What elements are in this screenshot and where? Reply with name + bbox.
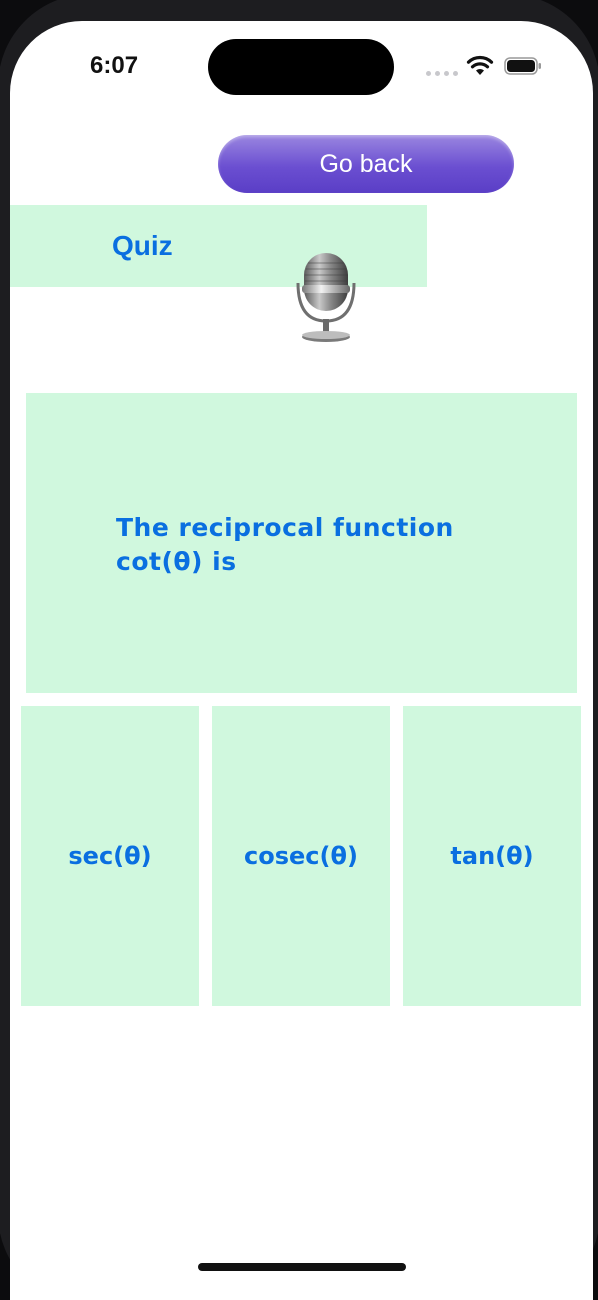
microphone-icon[interactable]: [292, 249, 362, 345]
wifi-icon: [466, 55, 494, 75]
signal-dots-icon: [426, 69, 458, 77]
question-text: The reciprocal function cot(θ) is: [116, 513, 454, 576]
battery-icon: [504, 57, 541, 75]
answer-option-3[interactable]: tan(θ): [403, 706, 581, 1006]
dynamic-island: [208, 39, 394, 95]
home-indicator[interactable]: [198, 1263, 406, 1271]
go-back-button[interactable]: Go back: [218, 135, 514, 193]
quiz-title: Quiz: [112, 230, 173, 261]
answer-option-1[interactable]: sec(θ): [21, 706, 199, 1006]
app-screen: 6:07 Go back Quiz The reciprocal functio…: [10, 21, 593, 1300]
answer-option-2[interactable]: cosec(θ): [212, 706, 390, 1006]
quiz-banner: [10, 205, 427, 287]
phone-frame: 6:07 Go back Quiz The reciprocal functio…: [0, 0, 598, 1300]
status-time: 6:07: [90, 52, 139, 79]
